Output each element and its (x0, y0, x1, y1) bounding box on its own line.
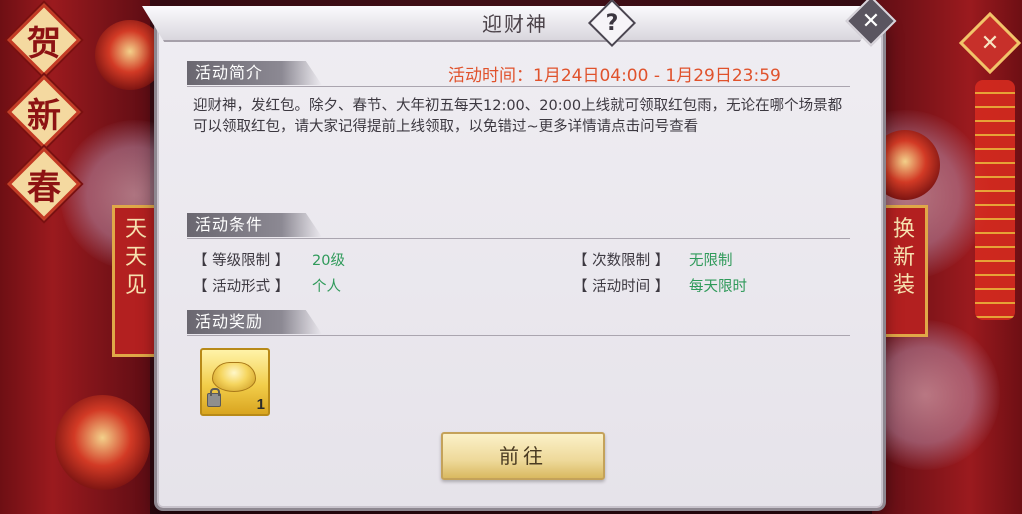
firecrackers-decoration (975, 80, 1015, 320)
left-couplet-banner: 天天见 (112, 205, 160, 357)
lion-head-decoration (95, 20, 165, 90)
section-divider (187, 86, 850, 87)
festive-char: 贺 (27, 23, 61, 64)
count-limit-label: 【 次数限制 】 (573, 253, 670, 269)
dialog-title: 迎财神 (482, 12, 548, 36)
go-button[interactable]: 前往 (441, 432, 605, 480)
reward-count: 1 (256, 396, 265, 413)
event-time-label: 活动时间：1月24日04:00 - 1月29日23:59 (448, 66, 781, 86)
section-divider (187, 335, 850, 336)
reward-item-gold-ingot[interactable]: 1 (200, 348, 270, 416)
level-limit-label: 【 等级限制 】 (193, 253, 290, 269)
lion-head-decoration (55, 395, 150, 490)
event-description: 迎财神，发红包。除夕、春节、大年初五每天12:00、20:00上线就可领取红包雨… (193, 98, 843, 135)
question-mark-icon: ? (605, 10, 619, 36)
close-icon: ✕ (861, 8, 881, 34)
lock-icon (207, 388, 221, 407)
level-limit-value: 20级 (312, 253, 345, 269)
event-time-limit-value: 每天限时 (689, 279, 747, 295)
section-header-intro: 活动简介 (187, 61, 322, 85)
event-form-label: 【 活动形式 】 (193, 279, 290, 295)
gold-ingot-icon (212, 362, 256, 392)
section-header-conditions: 活动条件 (187, 213, 322, 237)
event-time-limit-label: 【 活动时间 】 (573, 279, 670, 295)
section-header-rewards: 活动奖励 (187, 310, 322, 334)
festive-char: 新 (27, 95, 61, 136)
event-form-value: 个人 (312, 279, 341, 295)
section-divider (187, 238, 850, 239)
festive-char: 春 (27, 167, 61, 208)
right-couplet-banner: 换新装 (880, 205, 928, 337)
count-limit-value: 无限制 (689, 253, 733, 269)
close-icon: ✕ (980, 30, 1000, 56)
